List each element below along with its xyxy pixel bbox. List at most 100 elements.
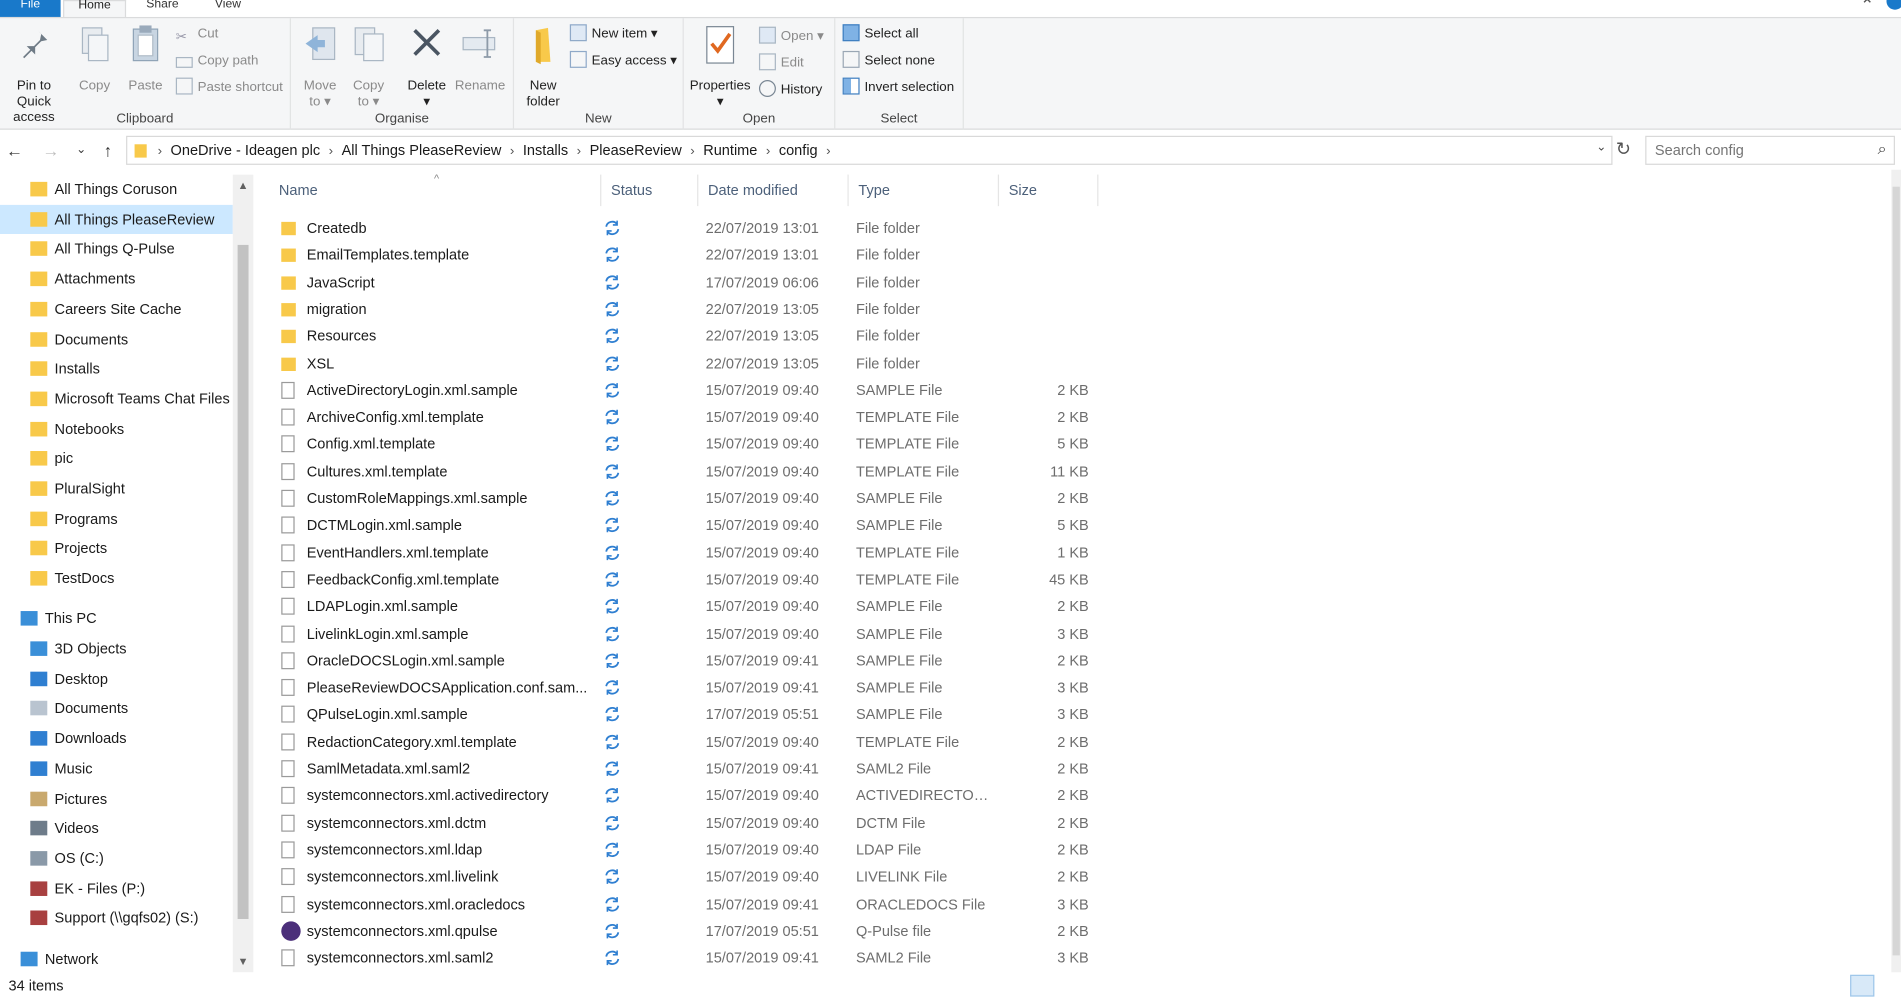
nav-item-all-things-q-pulse[interactable]: All Things Q-Pulse <box>0 234 233 263</box>
nav-item-music[interactable]: Music <box>0 754 233 783</box>
column-header-status[interactable]: Status <box>601 174 699 207</box>
search-input[interactable] <box>1646 137 1865 164</box>
move-to-button[interactable]: Move to ▾ <box>296 23 344 110</box>
chevron-right-icon[interactable]: › <box>822 138 834 165</box>
large-icons-view-icon[interactable] <box>1878 975 1901 997</box>
delete-button[interactable]: Delete ▾ <box>403 23 451 110</box>
minimize-ribbon-icon[interactable]: ⌃ <box>1860 0 1874 16</box>
nav-item-installs[interactable]: Installs <box>0 354 233 383</box>
tab-home[interactable]: Home <box>63 0 127 17</box>
file-row[interactable]: LivelinkLogin.xml.sample 15/07/2019 09:40… <box>279 620 1370 647</box>
easy-access-button[interactable]: Easy access ▾ <box>569 50 677 72</box>
details-view-icon[interactable] <box>1850 974 1875 997</box>
scrollbar-thumb[interactable] <box>237 244 249 919</box>
tab-file[interactable]: File <box>0 0 61 17</box>
nav-item-documents[interactable]: Documents <box>0 324 233 353</box>
refresh-icon[interactable]: ↻ <box>1611 138 1635 162</box>
forward-arrow-icon[interactable]: → <box>40 138 62 162</box>
file-list-scrollbar[interactable] <box>1891 169 1901 973</box>
folder-row[interactable]: EmailTemplates.template 22/07/2019 13:01 F… <box>279 242 1370 269</box>
chevron-right-icon[interactable]: › <box>573 138 585 165</box>
file-row[interactable]: OracleDOCSLogin.xml.sample 15/07/2019 09:… <box>279 647 1370 674</box>
edit-button[interactable]: Edit <box>758 52 804 74</box>
search-box[interactable]: ⌕ <box>1645 135 1895 165</box>
nav-item-pic[interactable]: pic <box>0 444 233 473</box>
address-bar[interactable]: › OneDrive - Ideagen plc › All Things Pleas… <box>126 135 1613 165</box>
file-row[interactable]: systemconnectors.xml.qpulse 17/07/2019 05… <box>279 918 1370 945</box>
cut-button[interactable]: ✂ Cut <box>176 23 219 45</box>
file-row[interactable]: systemconnectors.xml.dctm 15/07/2019 09:4… <box>279 809 1370 836</box>
nav-item-support-gqfs02-s[interactable]: Support (\\gqfs02) (S:) <box>0 904 233 933</box>
scrollbar-thumb[interactable] <box>1892 186 1900 956</box>
chevron-right-icon[interactable]: › <box>687 138 699 165</box>
rename-button[interactable]: Rename <box>453 23 506 95</box>
invert-selection-button[interactable]: Invert selection <box>842 76 954 98</box>
navigation-pane-scrollbar[interactable]: ▲ ▼ <box>232 174 254 973</box>
search-icon[interactable]: ⌕ <box>1878 139 1887 158</box>
chevron-right-icon[interactable]: › <box>506 138 518 165</box>
file-row[interactable]: PleaseReviewDOCSApplication.conf.sam... 1… <box>279 674 1370 701</box>
column-header-date-modified[interactable]: Date modified <box>698 174 849 207</box>
file-row[interactable]: SamlMetadata.xml.saml2 15/07/2019 09:41 SA… <box>279 755 1370 782</box>
scroll-up-icon[interactable]: ▲ <box>233 177 254 194</box>
copy-button[interactable]: Copy <box>70 23 118 95</box>
nav-item-documents[interactable]: Documents <box>0 694 233 723</box>
breadcrumb-config[interactable]: config <box>774 137 823 164</box>
column-header-name[interactable]: Name ^ <box>269 172 602 207</box>
breadcrumb-installs[interactable]: Installs <box>518 137 573 164</box>
column-header-type[interactable]: Type <box>849 174 1000 207</box>
file-row[interactable]: Config.xml.template 15/07/2019 09:40 TEMPL… <box>279 431 1370 458</box>
nav-item-all-things-pleasereview[interactable]: All Things PleaseReview <box>0 204 233 234</box>
nav-item-notebooks[interactable]: Notebooks <box>0 414 233 443</box>
breadcrumb-pleasereview[interactable]: PleaseReview <box>585 137 687 164</box>
nav-item-os-c[interactable]: OS (C:) <box>0 844 233 873</box>
properties-button[interactable]: Properties ▾ <box>686 23 754 110</box>
folder-row[interactable]: Createdb 22/07/2019 13:01 File folder <box>279 215 1370 242</box>
nav-item-downloads[interactable]: Downloads <box>0 724 233 753</box>
nav-item-programs[interactable]: Programs <box>0 504 233 533</box>
folder-row[interactable]: XSL 22/07/2019 13:05 File folder <box>279 350 1370 377</box>
chevron-right-icon[interactable]: › <box>325 138 337 165</box>
nav-item-ek-files-p[interactable]: EK - Files (P:) <box>0 874 233 903</box>
nav-item-attachments[interactable]: Attachments <box>0 264 233 293</box>
new-folder-button[interactable]: New folder <box>516 23 569 110</box>
nav-item-microsoft-teams-chat-files[interactable]: Microsoft Teams Chat Files <box>0 384 233 413</box>
folder-row[interactable]: migration 22/07/2019 13:05 File folder <box>279 296 1370 323</box>
column-header-size[interactable]: Size <box>999 174 1099 207</box>
history-button[interactable]: History <box>758 79 822 101</box>
chevron-right-icon[interactable]: › <box>762 138 774 165</box>
tab-view[interactable]: View <box>196 0 259 17</box>
folder-row[interactable]: JavaScript 17/07/2019 06:06 File folder <box>279 269 1370 296</box>
chevron-right-icon[interactable]: › <box>154 138 166 165</box>
file-row[interactable]: ActiveDirectoryLogin.xml.sample 15/07/201… <box>279 377 1370 404</box>
file-row[interactable]: QPulseLogin.xml.sample 17/07/2019 05:51 SA… <box>279 701 1370 728</box>
file-row[interactable]: Cultures.xml.template 15/07/2019 09:40 TEM… <box>279 458 1370 485</box>
recent-locations-chevron-icon[interactable]: ⌄ <box>70 138 92 162</box>
paste-shortcut-button[interactable]: Paste shortcut <box>175 76 283 98</box>
select-all-button[interactable]: Select all <box>842 23 919 45</box>
file-row[interactable]: ArchiveConfig.xml.template 15/07/2019 09:… <box>279 404 1370 431</box>
nav-item-pluralsight[interactable]: PluralSight <box>0 474 233 503</box>
nav-item-network[interactable]: Network <box>0 944 233 972</box>
file-row[interactable]: EventHandlers.xml.template 15/07/2019 09:… <box>279 539 1370 566</box>
open-button[interactable]: Open ▾ <box>758 25 824 47</box>
folder-row[interactable]: Resources 22/07/2019 13:05 File folder <box>279 323 1370 350</box>
copy-path-button[interactable]: Copy path <box>175 50 258 72</box>
scroll-down-icon[interactable]: ▼ <box>233 953 254 970</box>
address-dropdown-chevron-icon[interactable]: ⌄ <box>1596 141 1606 154</box>
nav-item-this-pc[interactable]: This PC <box>0 604 233 633</box>
file-row[interactable]: CustomRoleMappings.xml.sample 15/07/2019 … <box>279 485 1370 512</box>
nav-item-projects[interactable]: Projects <box>0 534 233 563</box>
file-row[interactable]: systemconnectors.xml.saml2 15/07/2019 09:… <box>279 945 1370 972</box>
nav-item-careers-site-cache[interactable]: Careers Site Cache <box>0 294 233 323</box>
nav-item-all-things-coruson[interactable]: All Things Coruson <box>0 175 233 204</box>
tab-share[interactable]: Share <box>131 0 194 17</box>
up-arrow-icon[interactable]: ↑ <box>97 138 119 162</box>
breadcrumb-runtime[interactable]: Runtime <box>698 137 762 164</box>
paste-button[interactable]: Paste <box>121 23 169 95</box>
nav-item-3d-objects[interactable]: 3D Objects <box>0 634 233 663</box>
file-row[interactable]: systemconnectors.xml.livelink 15/07/2019 … <box>279 863 1370 890</box>
breadcrumb-all-things-pleasereview[interactable]: All Things PleaseReview <box>337 137 507 164</box>
file-row[interactable]: RedactionCategory.xml.template 15/07/2019… <box>279 728 1370 755</box>
new-item-button[interactable]: New item ▾ <box>569 23 658 45</box>
